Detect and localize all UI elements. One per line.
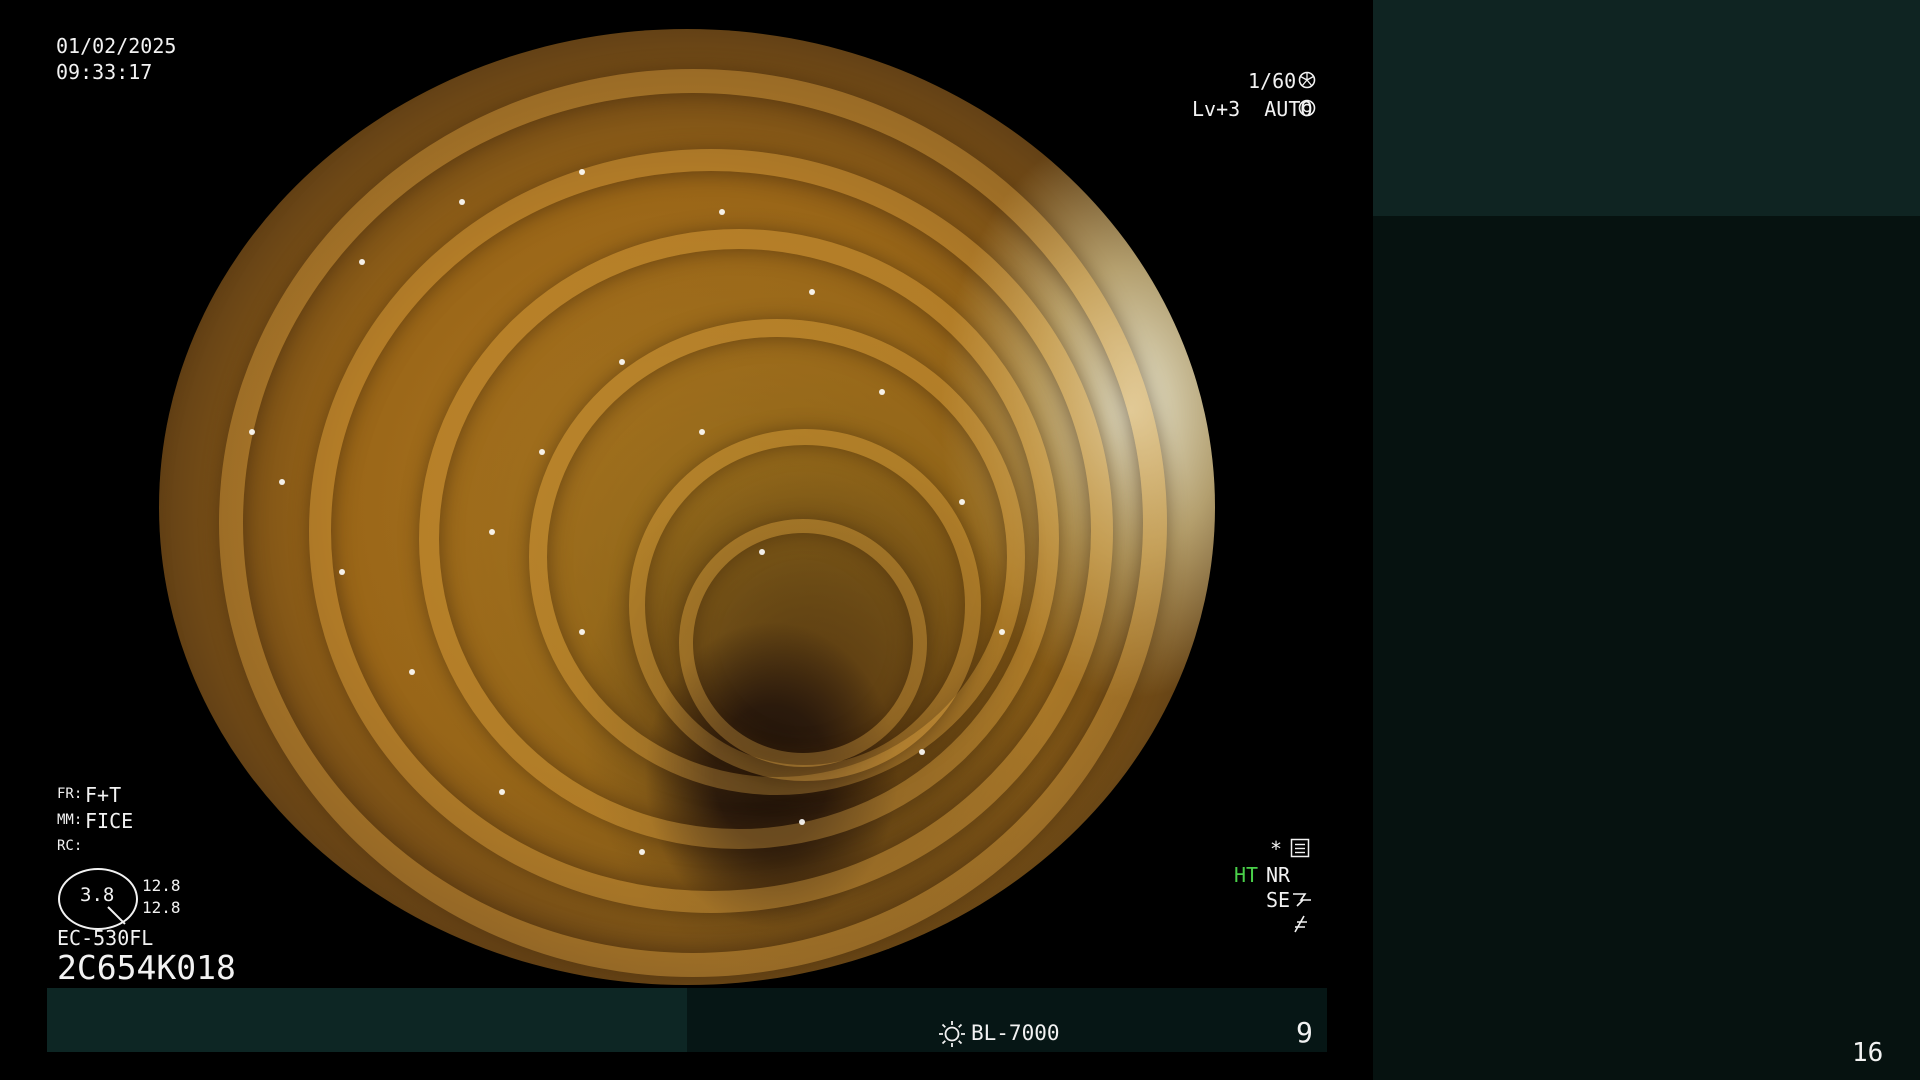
rc-dial-value: 3.8 <box>80 884 115 906</box>
se-indicator: SE <box>1266 888 1291 912</box>
shutter-text: 1/60 <box>1248 69 1297 93</box>
nr-indicator: NR <box>1266 863 1291 887</box>
mm-value: FICE <box>85 809 134 833</box>
endoscope-image <box>159 29 1215 985</box>
menu-icon <box>1290 838 1310 858</box>
rc-value-1: 12.8 <box>142 876 181 895</box>
date-text: 01/02/2025 <box>56 34 177 58</box>
ht-indicator: HT <box>1234 863 1259 887</box>
time-text: 09:33:17 <box>56 60 153 84</box>
bottom-number: 9 <box>1296 1016 1313 1049</box>
bottom-bar-left <box>47 988 687 1052</box>
iris-icon <box>1298 99 1316 117</box>
rc-value-2: 12.8 <box>142 898 181 917</box>
asterisk-indicator: * <box>1270 837 1283 861</box>
rc-label: RC: <box>57 838 83 854</box>
fr-label: FR: <box>57 786 83 802</box>
iris-text: Lv+3 AUTO <box>1192 97 1313 121</box>
scope-model: EC-530FL <box>57 926 154 950</box>
sharpness-icon <box>1294 915 1307 933</box>
mm-label: MM: <box>57 812 83 828</box>
enhancement-icon <box>1293 893 1311 907</box>
fr-value: F+T <box>85 783 122 807</box>
shutter-icon <box>1298 71 1316 89</box>
serial-number: 2C654K018 <box>57 948 236 987</box>
page-number: 16 <box>1852 1038 1884 1068</box>
right-panel-top <box>1373 0 1920 216</box>
right-panel-bottom <box>1373 216 1920 1080</box>
sun-icon <box>939 1021 965 1047</box>
light-source-text: BL-7000 <box>971 1021 1060 1045</box>
